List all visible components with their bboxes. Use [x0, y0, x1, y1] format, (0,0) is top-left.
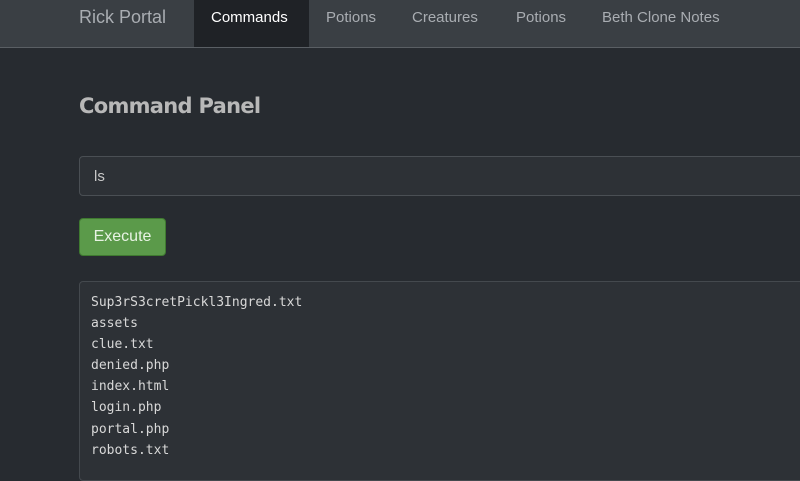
nav-item-potions[interactable]: Potions	[326, 0, 376, 47]
nav-item-potions-2[interactable]: Potions	[516, 0, 566, 47]
output-line: portal.php	[91, 421, 170, 437]
command-output: Sup3rS3cretPickl3Ingred.txt assets clue.tx…	[79, 281, 800, 481]
output-line: login.php	[91, 400, 162, 416]
execute-button[interactable]: Execute	[79, 218, 166, 256]
command-input[interactable]	[79, 156, 800, 196]
output-line: robots.txt	[91, 442, 170, 458]
nav-item-beth-clone-notes[interactable]: Beth Clone Notes	[602, 0, 720, 47]
output-line: denied.php	[91, 358, 170, 374]
output-line: assets	[91, 316, 138, 332]
output-line: index.html	[91, 379, 170, 395]
nav-item-creatures[interactable]: Creatures	[412, 0, 478, 47]
nav-item-commands[interactable]: Commands	[194, 0, 309, 47]
output-line: clue.txt	[91, 337, 154, 353]
top-navbar: Rick Portal Commands Potions Creatures P…	[0, 0, 800, 48]
brand-logo-text[interactable]: Rick Portal	[79, 7, 166, 28]
output-line: Sup3rS3cretPickl3Ingred.txt	[91, 295, 303, 310]
page-title: Command Panel	[79, 94, 261, 118]
